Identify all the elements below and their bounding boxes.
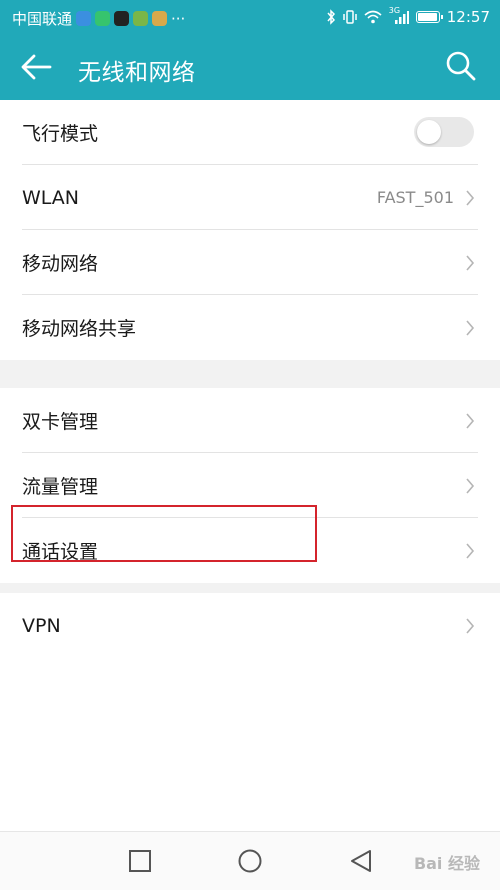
wifi-icon: [364, 10, 382, 24]
row-label: 飞行模式: [22, 123, 99, 145]
status-left: 中国联通 ···: [12, 8, 185, 29]
chevron-right-icon: [466, 320, 475, 336]
bluetooth-icon: [327, 9, 335, 25]
group-separator: [0, 583, 500, 593]
notification-play-icon: [95, 11, 111, 26]
mobile-network-row[interactable]: 移动网络: [0, 230, 500, 295]
tethering-row[interactable]: 移动网络共享: [0, 295, 500, 360]
app-bar: 无线和网络: [0, 34, 500, 100]
row-label: 移动网络: [22, 253, 99, 275]
baidu-watermark: Bai 经验: [413, 854, 480, 873]
page-title: 无线和网络: [78, 60, 196, 86]
dual-sim-row[interactable]: 双卡管理: [0, 388, 500, 453]
data-usage-row[interactable]: 流量管理: [0, 453, 500, 518]
toggle-knob: [417, 120, 441, 144]
wlan-row[interactable]: WLAN FAST_501: [0, 165, 500, 230]
empty-area: [0, 640, 500, 831]
airplane-mode-toggle[interactable]: [414, 117, 474, 147]
more-notifications-icon: ···: [171, 9, 186, 28]
row-label: 通话设置: [22, 541, 99, 563]
airplane-mode-row[interactable]: 飞行模式: [0, 100, 500, 165]
row-label: 双卡管理: [22, 411, 99, 433]
recent-apps-icon[interactable]: [127, 848, 153, 874]
home-icon[interactable]: [237, 848, 263, 874]
signal-icon: 3G: [389, 6, 409, 25]
group-separator: [0, 360, 500, 388]
clock: 12:57: [446, 8, 490, 26]
status-right: 3G 12:57: [326, 6, 490, 26]
battery-icon: [415, 11, 443, 23]
notification-app-icon-gold: [152, 11, 168, 26]
carrier-name: 中国联通: [12, 10, 73, 28]
chevron-right-icon: [466, 618, 475, 634]
chevron-right-icon: [466, 543, 475, 559]
notification-app-icon-green: [133, 11, 149, 26]
chevron-right-icon: [466, 190, 475, 206]
chevron-right-icon: [466, 478, 475, 494]
settings-group-network: 飞行模式 WLAN FAST_501 移动网络 移动网络共享: [0, 100, 500, 360]
chevron-right-icon: [466, 413, 475, 429]
row-label: WLAN: [22, 186, 80, 209]
search-icon[interactable]: [444, 49, 478, 83]
row-label: 流量管理: [22, 476, 99, 498]
navigation-bar: Bai 经验: [0, 831, 500, 890]
notification-app-icon-blue: [76, 11, 92, 26]
settings-group-sim: 双卡管理 流量管理 通话设置: [0, 388, 500, 583]
vibrate-icon: [343, 10, 357, 24]
call-settings-row[interactable]: 通话设置: [0, 518, 500, 583]
status-bar: 中国联通 ··· 3G 12:57: [0, 0, 500, 34]
wlan-ssid-value: FAST_501: [376, 188, 454, 207]
back-triangle-icon[interactable]: [348, 848, 374, 874]
back-arrow-icon[interactable]: [20, 51, 56, 83]
row-label: 移动网络共享: [22, 318, 137, 340]
row-label: VPN: [22, 614, 61, 637]
settings-list: 飞行模式 WLAN FAST_501 移动网络 移动网络共享 双卡管理 流量管理: [0, 100, 500, 658]
chevron-right-icon: [466, 255, 475, 271]
notification-tiktok-icon: [114, 11, 130, 26]
